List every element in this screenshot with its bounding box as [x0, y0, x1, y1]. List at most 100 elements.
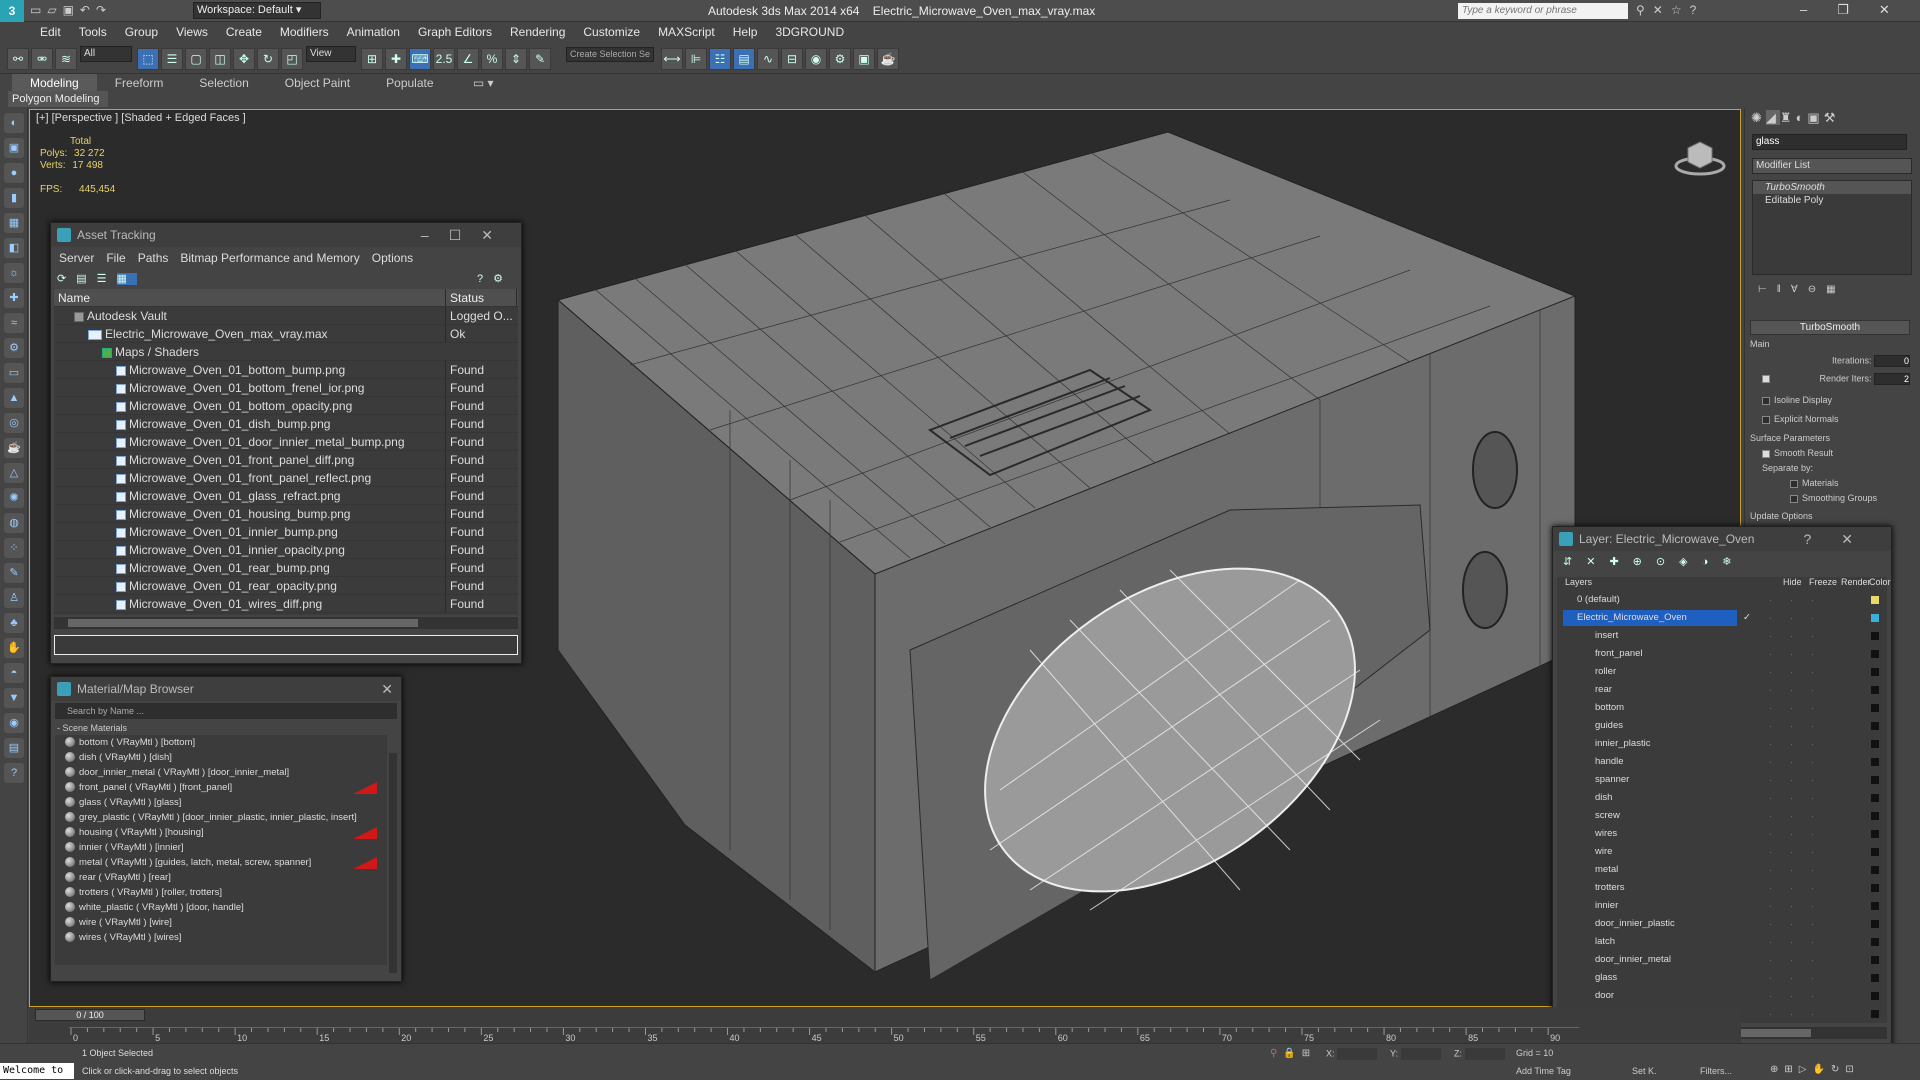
col-status[interactable]: Status — [445, 289, 515, 306]
render-setup-icon[interactable]: ⚙ — [829, 48, 851, 70]
table-row[interactable]: Autodesk Vault Logged O... — [54, 307, 518, 325]
material-search-input[interactable]: Search by Name ... — [55, 703, 397, 719]
open-file-icon[interactable]: ▱ — [47, 3, 62, 17]
layer-row[interactable]: front_panel ··· — [1557, 645, 1887, 663]
configure-sets-icon[interactable]: ▦ — [1826, 284, 1845, 295]
reference-coord-dropdown[interactable]: View — [306, 46, 356, 62]
viewcube-icon[interactable] — [1674, 136, 1726, 176]
tree-icon[interactable]: ♣ — [4, 613, 24, 633]
select-by-name-icon[interactable]: ☰ — [161, 48, 183, 70]
list-item[interactable]: door_innier_metal ( VRayMtl ) [door_inni… — [55, 765, 387, 780]
layer-row[interactable]: door_innier_plastic ··· — [1557, 915, 1887, 933]
table-row[interactable]: Microwave_Oven_01_bottom_bump.png Found — [54, 361, 518, 379]
table-row[interactable]: Microwave_Oven_01_front_panel_reflect.pn… — [54, 469, 518, 487]
list-item[interactable]: wires ( VRayMtl ) [wires] — [55, 930, 387, 945]
pivot-icon[interactable]: ⊞ — [361, 48, 383, 70]
systems-icon[interactable]: ⚙ — [4, 338, 24, 358]
create-box-icon[interactable]: ▣ — [4, 138, 24, 158]
close-icon[interactable]: ✕ — [1841, 531, 1883, 547]
table-row[interactable]: Microwave_Oven_01_bottom_opacity.png Foun… — [54, 397, 518, 415]
create-cylinder-icon[interactable]: ▮ — [4, 188, 24, 208]
layer-row[interactable]: 0 (default) ··· — [1557, 591, 1887, 609]
mirror-icon[interactable]: ⟷ — [661, 48, 683, 70]
angle-snap-icon[interactable]: ∠ — [457, 48, 479, 70]
menu-3dground[interactable]: 3DGROUND — [766, 22, 853, 42]
motion-panel-icon[interactable]: ◐ — [1796, 110, 1808, 125]
table-row[interactable]: Microwave_Oven_01_innier_opacity.png Foun… — [54, 541, 518, 559]
layer-row[interactable]: door ··· — [1557, 987, 1887, 1005]
rendered-frame-icon[interactable]: ▣ — [853, 48, 875, 70]
spinner-snap-icon[interactable]: ⇕ — [505, 48, 527, 70]
maxscript-listener[interactable]: Welcome to — [0, 1063, 74, 1079]
scene-materials-group[interactable]: - Scene Materials — [51, 721, 401, 735]
unlink-icon[interactable]: ⚮ — [31, 48, 53, 70]
search-input[interactable]: Type a keyword or phrase — [1458, 3, 1628, 19]
schematic-view-icon[interactable]: ⊟ — [781, 48, 803, 70]
teapot-icon[interactable]: ☕ — [4, 438, 24, 458]
set-key-button[interactable]: Set K. — [1632, 1066, 1657, 1076]
link-icon[interactable]: ⚯ — [7, 48, 29, 70]
menu-customize[interactable]: Customize — [574, 22, 649, 42]
layer-row[interactable]: insert ··· — [1557, 627, 1887, 645]
select-object-icon[interactable]: ⬚ — [137, 48, 159, 70]
help-icon[interactable]: ?⚙ — [477, 272, 513, 285]
add-to-layer-icon[interactable]: ⊕ — [1633, 556, 1656, 568]
paint-icon[interactable]: ✎ — [4, 563, 24, 583]
layer-row[interactable]: latch ··· — [1557, 933, 1887, 951]
star-icon[interactable]: ☆ — [1671, 3, 1690, 17]
menu-rendering[interactable]: Rendering — [501, 22, 574, 42]
table-row[interactable]: Microwave_Oven_01_door_innier_metal_bump… — [54, 433, 518, 451]
particle-icon[interactable]: ⁘ — [4, 538, 24, 558]
table-row[interactable]: Electric_Microwave_Oven_max_vray.max Ok — [54, 325, 518, 343]
stack-item-editable-poly[interactable]: Editable Poly — [1753, 194, 1911, 207]
material-editor-icon[interactable]: ◉ — [805, 48, 827, 70]
select-objects-icon[interactable]: ⊙ — [1656, 556, 1679, 568]
torus-icon[interactable]: ◎ — [4, 413, 24, 433]
tools-icon[interactable]: ✕ — [1653, 3, 1671, 17]
tab-populate[interactable]: Populate — [368, 74, 451, 92]
camera-icon[interactable]: ◧ — [4, 238, 24, 258]
table-row[interactable]: Microwave_Oven_01_dish_bump.png Found — [54, 415, 518, 433]
pyramid-icon[interactable]: △ — [4, 463, 24, 483]
list-item[interactable]: housing ( VRayMtl ) [housing] — [55, 825, 387, 840]
zoom-icon[interactable]: ⊕ — [1770, 1064, 1784, 1075]
field-of-view-icon[interactable]: ▷ — [1799, 1064, 1813, 1075]
minimize-icon[interactable]: – — [1800, 2, 1837, 17]
table-row[interactable]: Maps / Shaders — [54, 343, 518, 361]
table-row[interactable]: Microwave_Oven_01_wires_diff.png Found — [54, 595, 518, 613]
rotate-icon[interactable]: ↻ — [257, 48, 279, 70]
tab-freeform[interactable]: Freeform — [97, 74, 182, 92]
list-item[interactable]: dish ( VRayMtl ) [dish] — [55, 750, 387, 765]
help-circle-icon[interactable]: ? — [4, 763, 24, 783]
move-icon[interactable]: ✥ — [233, 48, 255, 70]
orbit-icon[interactable]: ↻ — [1831, 1064, 1845, 1075]
x-coord-field[interactable] — [1337, 1048, 1378, 1060]
edit-named-selection-icon[interactable]: ✎ — [529, 48, 551, 70]
display-panel-icon[interactable]: ▣ — [1807, 110, 1823, 125]
highlight-icon[interactable]: ◈ — [1679, 556, 1701, 568]
isoline-display-checkbox[interactable] — [1762, 396, 1770, 405]
table-row[interactable]: Microwave_Oven_01_glass_refract.png Found — [54, 487, 518, 505]
menu-maxscript[interactable]: MAXScript — [649, 22, 724, 42]
pin-stack-icon[interactable]: ⊢ — [1758, 284, 1777, 295]
help-icon[interactable]: ? — [1690, 3, 1705, 17]
hand-icon[interactable]: ✋ — [4, 638, 24, 658]
materials-checkbox[interactable] — [1790, 479, 1798, 488]
layer-row[interactable]: innier_plastic ··· — [1557, 735, 1887, 753]
asset-tracking-titlebar[interactable]: Asset Tracking –☐✕ — [51, 223, 521, 247]
workspace-dropdown[interactable]: Workspace: Default ▾ — [193, 2, 321, 19]
close-icon[interactable]: ✕ — [481, 227, 513, 243]
align-icon[interactable]: ⊫ — [685, 48, 707, 70]
layer-row-selected[interactable]: Electric_Microwave_Oven ✓ ··· — [1557, 609, 1887, 627]
show-end-result-icon[interactable]: ‖ — [1777, 284, 1791, 295]
layer-row[interactable]: dish ··· — [1557, 789, 1887, 807]
close-icon[interactable]: ✕ — [1879, 2, 1920, 17]
y-coord-field[interactable] — [1400, 1048, 1441, 1060]
render-iters-checkbox[interactable] — [1762, 375, 1770, 383]
explicit-normals-checkbox[interactable] — [1762, 415, 1770, 424]
col-render[interactable]: Render — [1841, 577, 1871, 587]
modifier-list-dropdown[interactable]: Modifier List — [1752, 158, 1912, 174]
table-row[interactable]: Microwave_Oven_01_rear_bump.png Found — [54, 559, 518, 577]
sun-icon[interactable]: ✺ — [4, 488, 24, 508]
bind-spacewarp-icon[interactable]: ≋ — [55, 48, 77, 70]
